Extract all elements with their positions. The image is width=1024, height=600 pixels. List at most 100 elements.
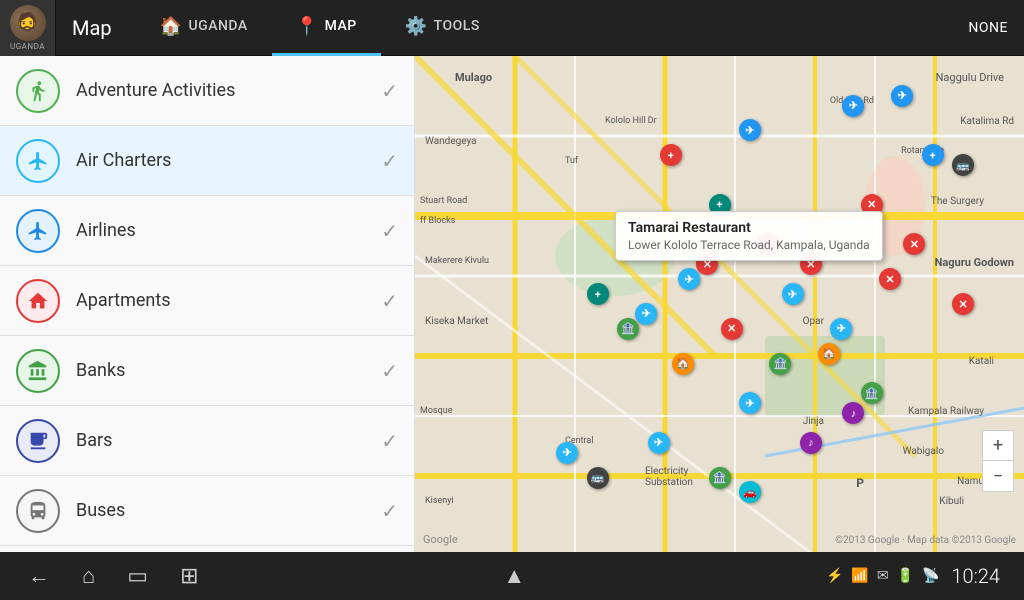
pin-blue-1: ✈ (739, 119, 761, 141)
apartments-icon (16, 279, 60, 323)
nav-tabs: 🏠 UGANDA 📍 MAP ⚙️ TOOLS (136, 0, 504, 56)
map-label-wandegeya: Wandegeya (425, 136, 477, 147)
map-controls: + − (982, 430, 1014, 492)
pin-blue-4: + (922, 144, 944, 166)
tab-tools-label: TOOLS (434, 18, 480, 34)
tab-map[interactable]: 📍 MAP (272, 0, 381, 56)
map-label-surgery: The Surgery (931, 196, 984, 207)
tooltip-title: Tamarai Restaurant (628, 220, 870, 236)
pin-cyan-1: 🚗 (739, 481, 761, 503)
top-bar: 🧔 UGANDA Map 🏠 UGANDA 📍 MAP ⚙️ TOOLS NON… (0, 0, 1024, 56)
tab-tools[interactable]: ⚙️ TOOLS (381, 0, 504, 56)
airlines-label: Airlines (76, 220, 381, 241)
bars-label: Bars (76, 430, 381, 451)
map-label-electricity: ElectricitySubstation (645, 466, 693, 488)
app-icon: 🧔 UGANDA (0, 0, 56, 56)
app-country-label: UGANDA (10, 42, 45, 51)
banks-check: ✓ (381, 359, 398, 383)
battery-icon: 🔋 (897, 568, 914, 584)
pin-lightblue-2: ✈ (678, 268, 700, 290)
adventure-check: ✓ (381, 79, 398, 103)
adventure-icon (16, 69, 60, 113)
home-button[interactable]: ⌂ (78, 559, 99, 593)
wifi-icon: 📡 (922, 568, 939, 584)
banks-icon (16, 349, 60, 393)
buses-label: Buses (76, 500, 381, 521)
airlines-icon (16, 209, 60, 253)
banks-label: Banks (76, 360, 381, 381)
map-label-kololo: Kololo Hill Dr (605, 116, 657, 126)
tab-map-label: MAP (325, 18, 357, 34)
map-area[interactable]: Mulago Naggulu Drive Katalima Rd Wandege… (415, 56, 1024, 552)
map-label-tuf: Tuf (565, 156, 578, 166)
pin-lightblue-5: ✈ (739, 392, 761, 414)
home-icon: 🏠 (160, 16, 183, 37)
map-label-railway: Kampala Railway (908, 406, 984, 417)
pin-teal-1: + (587, 283, 609, 305)
pin-green-3: 🏦 (861, 382, 883, 404)
pin-red-1: + (660, 144, 682, 166)
none-button[interactable]: NONE (952, 20, 1024, 36)
status-icons: ⚡ 📶 ✉ 🔋 📡 (826, 568, 939, 584)
buses-check: ✓ (381, 499, 398, 523)
airlines-check: ✓ (381, 219, 398, 243)
map-tooltip: Tamarai Restaurant Lower Kololo Terrace … (615, 211, 883, 261)
map-label-parking: P (856, 476, 864, 490)
tooltip-address: Lower Kololo Terrace Road, Kampala, Ugan… (628, 238, 870, 252)
map-label-stuart: Stuart Road (420, 196, 467, 206)
sidebar-item-buses[interactable]: Buses ✓ (0, 476, 414, 546)
map-label-naggulu: Naggulu Drive (936, 71, 1004, 84)
zoom-in-button[interactable]: + (983, 431, 1013, 461)
pin-dark-1: 🚌 (952, 154, 974, 176)
pin-lightblue-4: ✈ (830, 318, 852, 340)
pin-lightblue-7: ✈ (556, 442, 578, 464)
apartments-label: Apartments (76, 290, 381, 311)
sidebar: Adventure Activities ✓ Air Charters ✓ Ai… (0, 56, 415, 552)
map-label-kisenyi: Kisenyi (425, 496, 454, 506)
pin-green-4: 🏦 (709, 467, 731, 489)
avatar: 🧔 (10, 5, 46, 41)
bottom-nav-left: ← ⌂ ▭ ⊞ (24, 559, 203, 593)
mail-icon: ✉ (877, 568, 889, 584)
qr-button[interactable]: ⊞ (176, 560, 202, 593)
map-label-wabigalo: Wabigalo (903, 446, 944, 457)
sidebar-item-banks[interactable]: Banks ✓ (0, 336, 414, 406)
map-pin-icon: 📍 (296, 16, 319, 37)
pin-lightblue-3: ✈ (782, 283, 804, 305)
sidebar-item-adventure[interactable]: Adventure Activities ✓ (0, 56, 414, 126)
up-button[interactable]: ▲ (503, 563, 525, 589)
pin-lightblue-1: ✈ (635, 303, 657, 325)
app-title: Map (56, 16, 128, 40)
sidebar-item-bars[interactable]: Bars ✓ (0, 406, 414, 476)
pin-purple-1: ♪ (842, 402, 864, 424)
map-label-kibuli: Kibuli (939, 496, 964, 507)
pin-red-7: ✕ (879, 268, 901, 290)
bottom-bar: ← ⌂ ▭ ⊞ ▲ ⚡ 📶 ✉ 🔋 📡 10:24 (0, 552, 1024, 600)
usb-icon: ⚡ (826, 568, 843, 584)
gear-icon: ⚙️ (405, 16, 428, 37)
status-area: ⚡ 📶 ✉ 🔋 📡 10:24 (826, 564, 1000, 588)
pin-blue-3: ✈ (891, 85, 913, 107)
zoom-out-button[interactable]: − (983, 461, 1013, 491)
recents-button[interactable]: ▭ (123, 560, 152, 593)
pin-green-1: 🏦 (617, 318, 639, 340)
map-label-mulago: Mulago (455, 71, 492, 84)
sidebar-item-apartments[interactable]: Apartments ✓ (0, 266, 414, 336)
map-copyright: ©2013 Google · Map data ©2013 Google (835, 535, 1016, 546)
time-display: 10:24 (951, 564, 1000, 588)
pin-purple-2: ♪ (800, 432, 822, 454)
pin-red-9: ✕ (952, 293, 974, 315)
bars-icon (16, 419, 60, 463)
google-watermark: Google (423, 533, 458, 546)
sidebar-item-airlines[interactable]: Airlines ✓ (0, 196, 414, 266)
pin-green-2: 🏦 (769, 353, 791, 375)
back-button[interactable]: ← (24, 559, 54, 593)
map-label-blocks: ff Blocks (420, 216, 455, 226)
map-label-katali: Katali (969, 356, 994, 367)
sidebar-item-air-charters[interactable]: Air Charters ✓ (0, 126, 414, 196)
map-label-katalima: Katalima Rd (960, 116, 1014, 127)
sidebar-item-car-rental[interactable]: Car Rental ✓ (0, 546, 414, 552)
pin-blue-2: ✈ (842, 95, 864, 117)
tab-uganda[interactable]: 🏠 UGANDA (136, 0, 272, 56)
pin-orange-1: 🏠 (672, 353, 694, 375)
